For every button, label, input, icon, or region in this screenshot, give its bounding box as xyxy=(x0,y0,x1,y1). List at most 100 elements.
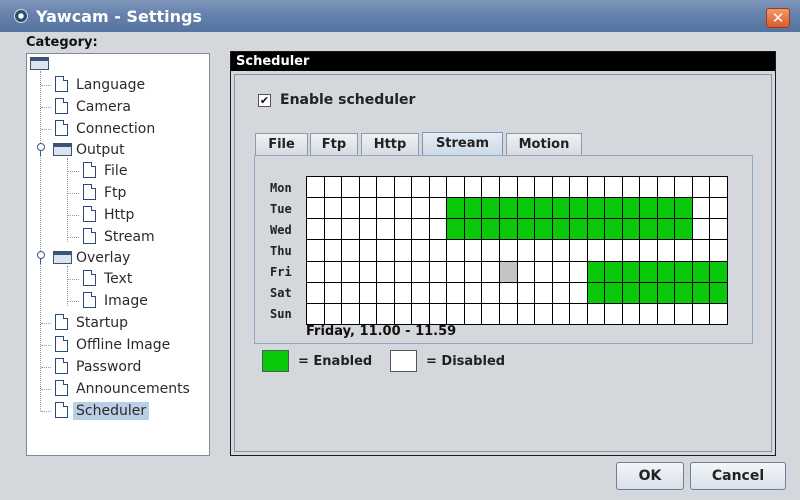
schedule-cell-sun-20[interactable] xyxy=(657,303,675,325)
schedule-cell-fri-23[interactable] xyxy=(709,261,728,283)
schedule-cell-mon-5[interactable] xyxy=(394,176,412,198)
schedule-cell-fri-13[interactable] xyxy=(534,261,553,283)
schedule-cell-fri-21[interactable] xyxy=(674,261,693,283)
schedule-cell-tue-18[interactable] xyxy=(622,197,640,219)
schedule-cell-mon-23[interactable] xyxy=(709,176,728,198)
tab-file[interactable]: File xyxy=(255,133,308,155)
tab-stream[interactable]: Stream xyxy=(422,132,503,156)
schedule-cell-sun-7[interactable] xyxy=(429,303,447,325)
schedule-cell-wed-14[interactable] xyxy=(552,218,570,240)
schedule-cell-thu-1[interactable] xyxy=(324,239,342,262)
schedule-cell-sat-15[interactable] xyxy=(569,282,588,304)
schedule-cell-sun-1[interactable] xyxy=(324,303,342,325)
schedule-cell-tue-22[interactable] xyxy=(692,197,710,219)
schedule-cell-fri-1[interactable] xyxy=(324,261,342,283)
schedule-cell-sun-3[interactable] xyxy=(359,303,377,325)
schedule-cell-mon-10[interactable] xyxy=(481,176,500,198)
schedule-cell-fri-3[interactable] xyxy=(359,261,377,283)
schedule-cell-tue-10[interactable] xyxy=(481,197,500,219)
schedule-cell-mon-7[interactable] xyxy=(429,176,447,198)
schedule-cell-sat-8[interactable] xyxy=(446,282,465,304)
schedule-cell-thu-14[interactable] xyxy=(552,239,570,262)
schedule-cell-tue-8[interactable] xyxy=(446,197,465,219)
schedule-cell-thu-18[interactable] xyxy=(622,239,640,262)
schedule-cell-fri-2[interactable] xyxy=(341,261,360,283)
schedule-cell-mon-17[interactable] xyxy=(604,176,623,198)
schedule-cell-sat-21[interactable] xyxy=(674,282,693,304)
schedule-cell-tue-2[interactable] xyxy=(341,197,360,219)
schedule-cell-sat-10[interactable] xyxy=(481,282,500,304)
schedule-cell-sun-2[interactable] xyxy=(341,303,360,325)
schedule-cell-tue-5[interactable] xyxy=(394,197,412,219)
schedule-cell-sun-21[interactable] xyxy=(674,303,693,325)
schedule-cell-sun-19[interactable] xyxy=(639,303,658,325)
schedule-cell-mon-21[interactable] xyxy=(674,176,693,198)
schedule-cell-fri-20[interactable] xyxy=(657,261,675,283)
schedule-cell-sun-16[interactable] xyxy=(587,303,605,325)
schedule-cell-mon-22[interactable] xyxy=(692,176,710,198)
schedule-cell-thu-3[interactable] xyxy=(359,239,377,262)
schedule-cell-mon-1[interactable] xyxy=(324,176,342,198)
schedule-cell-sun-22[interactable] xyxy=(692,303,710,325)
schedule-cell-thu-16[interactable] xyxy=(587,239,605,262)
schedule-cell-fri-18[interactable] xyxy=(622,261,640,283)
schedule-cell-mon-14[interactable] xyxy=(552,176,570,198)
schedule-cell-tue-7[interactable] xyxy=(429,197,447,219)
schedule-cell-mon-4[interactable] xyxy=(376,176,395,198)
schedule-cell-wed-4[interactable] xyxy=(376,218,395,240)
schedule-cell-wed-0[interactable] xyxy=(306,218,325,240)
schedule-cell-tue-20[interactable] xyxy=(657,197,675,219)
schedule-cell-thu-4[interactable] xyxy=(376,239,395,262)
schedule-cell-sat-22[interactable] xyxy=(692,282,710,304)
cancel-button[interactable]: Cancel xyxy=(690,462,786,490)
schedule-cell-tue-3[interactable] xyxy=(359,197,377,219)
schedule-cell-fri-8[interactable] xyxy=(446,261,465,283)
tab-ftp[interactable]: Ftp xyxy=(310,133,358,155)
schedule-cell-mon-16[interactable] xyxy=(587,176,605,198)
schedule-cell-mon-8[interactable] xyxy=(446,176,465,198)
schedule-cell-thu-17[interactable] xyxy=(604,239,623,262)
schedule-cell-sat-17[interactable] xyxy=(604,282,623,304)
schedule-cell-sat-5[interactable] xyxy=(394,282,412,304)
schedule-cell-thu-19[interactable] xyxy=(639,239,658,262)
schedule-cell-wed-23[interactable] xyxy=(709,218,728,240)
schedule-cell-thu-8[interactable] xyxy=(446,239,465,262)
schedule-cell-tue-17[interactable] xyxy=(604,197,623,219)
enable-scheduler-label[interactable]: Enable scheduler xyxy=(280,92,415,108)
title-bar[interactable]: Yawcam - Settings ✕ xyxy=(0,0,800,32)
schedule-cell-fri-10[interactable] xyxy=(481,261,500,283)
schedule-cell-sat-9[interactable] xyxy=(464,282,482,304)
schedule-cell-thu-22[interactable] xyxy=(692,239,710,262)
schedule-cell-mon-11[interactable] xyxy=(499,176,518,198)
schedule-cell-sun-9[interactable] xyxy=(464,303,482,325)
schedule-cell-fri-17[interactable] xyxy=(604,261,623,283)
schedule-cell-sat-6[interactable] xyxy=(411,282,430,304)
schedule-cell-wed-3[interactable] xyxy=(359,218,377,240)
schedule-cell-sun-4[interactable] xyxy=(376,303,395,325)
schedule-cell-sat-11[interactable] xyxy=(499,282,518,304)
schedule-cell-fri-16[interactable] xyxy=(587,261,605,283)
schedule-cell-thu-12[interactable] xyxy=(517,239,535,262)
schedule-cell-thu-9[interactable] xyxy=(464,239,482,262)
schedule-cell-tue-4[interactable] xyxy=(376,197,395,219)
schedule-cell-sun-12[interactable] xyxy=(517,303,535,325)
schedule-cell-thu-10[interactable] xyxy=(481,239,500,262)
schedule-cell-thu-15[interactable] xyxy=(569,239,588,262)
schedule-cell-fri-22[interactable] xyxy=(692,261,710,283)
schedule-cell-tue-12[interactable] xyxy=(517,197,535,219)
collapse-toggle-icon[interactable] xyxy=(36,141,46,156)
schedule-grid[interactable] xyxy=(306,176,728,325)
schedule-cell-wed-22[interactable] xyxy=(692,218,710,240)
schedule-cell-thu-21[interactable] xyxy=(674,239,693,262)
schedule-cell-thu-20[interactable] xyxy=(657,239,675,262)
schedule-cell-thu-0[interactable] xyxy=(306,239,325,262)
schedule-cell-fri-11[interactable] xyxy=(499,261,518,283)
schedule-cell-wed-10[interactable] xyxy=(481,218,500,240)
schedule-cell-mon-3[interactable] xyxy=(359,176,377,198)
schedule-cell-wed-2[interactable] xyxy=(341,218,360,240)
schedule-cell-mon-12[interactable] xyxy=(517,176,535,198)
schedule-cell-mon-2[interactable] xyxy=(341,176,360,198)
close-button[interactable]: ✕ xyxy=(766,8,790,28)
schedule-cell-sun-13[interactable] xyxy=(534,303,553,325)
schedule-cell-sat-7[interactable] xyxy=(429,282,447,304)
